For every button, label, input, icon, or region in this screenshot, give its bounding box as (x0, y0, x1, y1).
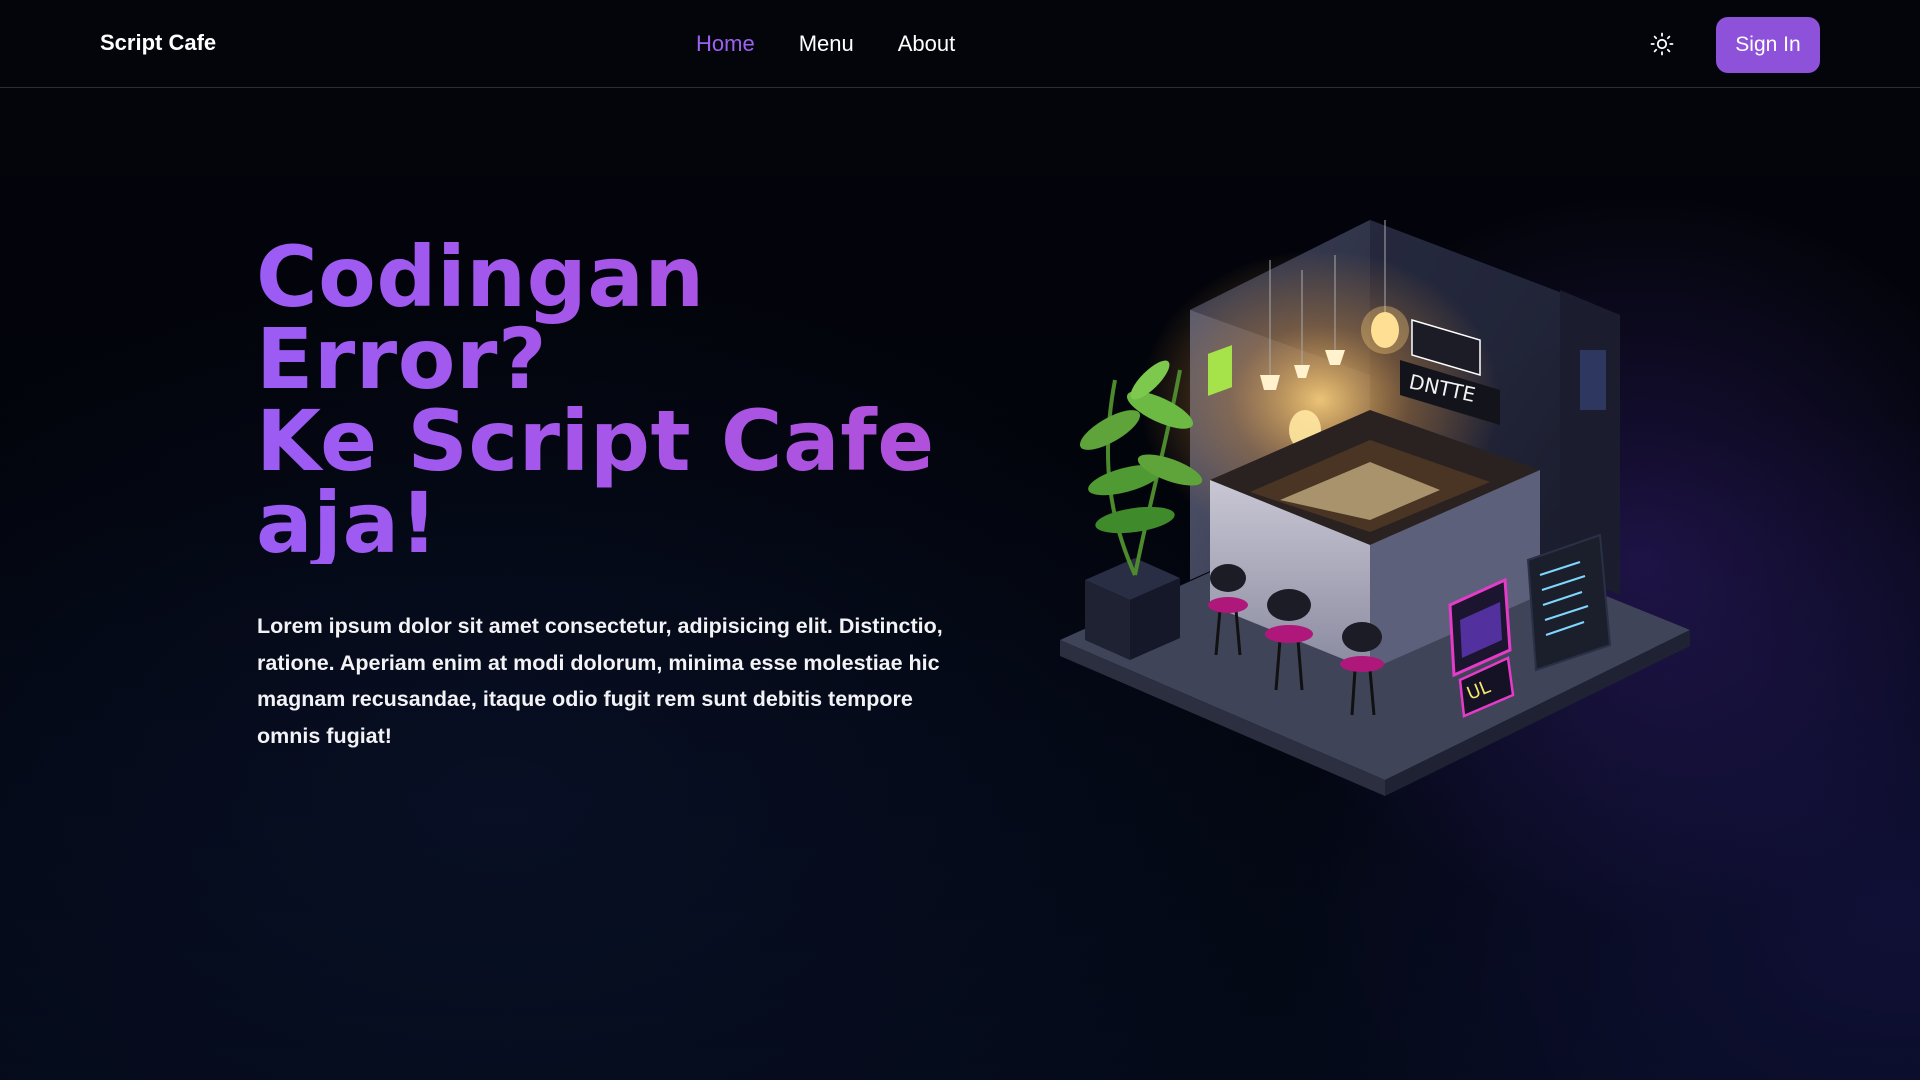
sign-in-button[interactable]: Sign In (1716, 17, 1820, 73)
nav-link-about[interactable]: About (898, 31, 956, 57)
sun-icon[interactable] (1650, 32, 1674, 56)
cafe-illustration: DNTTE UL (1040, 200, 1740, 820)
hero-description: Lorem ipsum dolor sit amet consectetur, … (257, 614, 943, 748)
nav-link-menu[interactable]: Menu (799, 31, 854, 57)
brand-logo[interactable]: Script Cafe (100, 30, 216, 56)
hero-title-line-4: aja! (256, 474, 439, 572)
nav-link-home[interactable]: Home (696, 31, 755, 57)
nav-links: Home Menu About (696, 31, 955, 57)
hero-title: Codingan Error? Ke Script Cafe aja! (256, 236, 1016, 564)
hero-title-line-3: Ke Script Cafe (256, 392, 935, 490)
landing-page: Script Cafe Home Menu About Sign In Codi… (0, 0, 1920, 1080)
hero-title-line-2: Error? (256, 310, 548, 408)
navbar: Script Cafe Home Menu About Sign In (0, 0, 1920, 88)
hero-title-line-1: Codingan (256, 228, 705, 326)
